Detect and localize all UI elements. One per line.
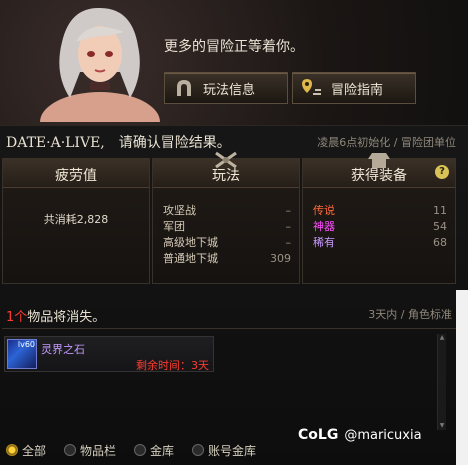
adventure-result-window: 更多的冒险正等着你。 玩法信息 冒险指南 DATE·A·LIVE, 请确认冒险结… — [0, 0, 468, 465]
radio-icon — [192, 444, 205, 456]
vanish-count: 1个 — [6, 310, 28, 325]
gameplay-info-label: 玩法信息 — [203, 82, 256, 98]
tab-account-vault[interactable]: 账号金库 — [192, 442, 256, 459]
list-item[interactable]: lv60 灵界之石 剩余时间：3天 — [4, 336, 214, 372]
scroll-down-icon[interactable]: ▼ — [438, 422, 446, 430]
vanish-title-text: 物品将消失。 — [27, 310, 106, 325]
scroll-up-icon[interactable]: ▲ — [438, 334, 446, 342]
character-portrait — [40, 7, 160, 122]
gameplay-row: 军团 – — [163, 220, 291, 233]
gameplay-row: 普通地下城 309 — [163, 252, 291, 265]
loot-row-rare: 稀有 68 — [313, 236, 447, 249]
gameplay-rows: 攻坚战 – 军团 – 高级地下城 – 普通地下城 309 — [163, 203, 291, 267]
item-remaining-time: 剩余时间：3天 — [136, 359, 209, 372]
vanish-title: 1个物品将消失。 — [6, 306, 105, 325]
gameplay-info-button[interactable]: 玩法信息 — [164, 72, 288, 104]
radio-icon — [64, 444, 77, 456]
gameplay-row: 攻坚战 – — [163, 204, 291, 217]
item-level: lv60 — [17, 340, 35, 349]
watermark: CoLG @maricuxia — [298, 427, 422, 443]
fatigue-panel-header: 疲劳值 — [3, 159, 149, 188]
divider — [2, 328, 466, 329]
gameplay-panel: 玩法 攻坚战 – 军团 – 高级地下城 – 普通地下城 309 — [152, 151, 300, 284]
horseshoe-icon — [171, 77, 197, 99]
list-scrollbar[interactable]: ▲ ▼ — [437, 334, 446, 430]
tab-vault[interactable]: 金库 — [134, 442, 174, 459]
loot-panel-header: 获得装备 ? — [303, 153, 455, 188]
reset-note: 凌晨6点初始化 / 冒险团单位 — [317, 136, 456, 149]
vanish-note: 3天内 / 角色标准 — [368, 308, 452, 321]
fatigue-title: 疲劳值 — [55, 168, 97, 184]
fatigue-total: 共消耗2,828 — [43, 213, 109, 226]
vanishing-items-list: lv60 灵界之石 剩余时间：3天 — [4, 334, 440, 430]
map-pin-icon — [299, 77, 325, 99]
loot-row-legendary: 传说 11 — [313, 204, 447, 217]
loot-row-artifact: 神器 54 — [313, 220, 447, 233]
tab-inventory[interactable]: 物品栏 — [64, 442, 116, 459]
gameplay-title: 玩法 — [212, 168, 240, 184]
gameplay-row: 高级地下城 – — [163, 236, 291, 249]
spirit-stone-icon: lv60 — [7, 339, 37, 369]
adventure-guide-button[interactable]: 冒险指南 — [292, 72, 416, 104]
header-banner: 更多的冒险正等着你。 玩法信息 冒险指南 — [0, 0, 468, 126]
radio-selected-icon — [6, 444, 18, 456]
loot-rows: 传说 11 神器 54 稀有 68 — [313, 203, 447, 251]
help-icon[interactable]: ? — [435, 165, 449, 179]
radio-icon — [134, 444, 147, 456]
gameplay-panel-header: 玩法 — [153, 151, 299, 188]
loot-panel: 获得装备 ? 传说 11 神器 54 稀有 68 — [302, 153, 456, 284]
item-name: 灵界之石 — [41, 343, 85, 356]
adventure-guide-label: 冒险指南 — [331, 82, 384, 98]
fatigue-panel: 疲劳值 共消耗2,828 — [2, 158, 150, 284]
header-message: 更多的冒险正等着你。 — [164, 39, 304, 55]
tab-all[interactable]: 全部 — [6, 442, 46, 459]
loot-title: 获得装备 — [351, 168, 407, 184]
result-title: DATE·A·LIVE, 请确认冒险结果。 — [6, 135, 231, 151]
